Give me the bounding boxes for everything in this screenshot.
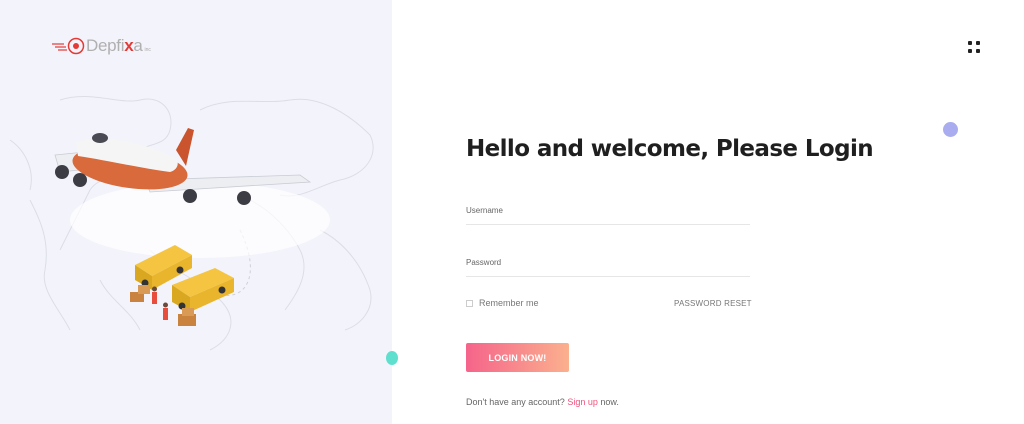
- cargo-illustration: [9, 96, 374, 351]
- grid-menu-icon[interactable]: [968, 41, 980, 53]
- logo-suffix: inc: [144, 47, 151, 53]
- login-button[interactable]: LOGIN NOW!: [466, 343, 569, 372]
- logo-icon: [52, 37, 85, 55]
- signup-suffix: now.: [600, 397, 619, 407]
- illustration-panel: Depfixa inc: [0, 0, 392, 424]
- signup-prefix: Don't have any account?: [466, 397, 565, 407]
- password-input[interactable]: [466, 256, 750, 267]
- username-field-wrapper: [466, 200, 750, 225]
- brand-logo[interactable]: Depfixa inc: [52, 36, 151, 56]
- password-reset-link[interactable]: PASSWORD RESET: [674, 299, 752, 308]
- page-title: Hello and welcome, Please Login: [466, 136, 874, 162]
- remember-checkbox[interactable]: [466, 299, 473, 307]
- signup-prompt: Don't have any account? Sign up now.: [466, 397, 619, 407]
- decorative-dot-purple: [943, 122, 958, 137]
- remember-me[interactable]: Remember me: [466, 298, 539, 308]
- remember-label: Remember me: [479, 298, 539, 308]
- workers: [152, 286, 168, 320]
- decorative-dot-teal: [386, 351, 398, 365]
- logo-wordmark: Depfixa: [86, 36, 143, 55]
- signup-link[interactable]: Sign up: [567, 397, 598, 407]
- password-field-wrapper: [466, 252, 750, 277]
- username-input[interactable]: [466, 204, 750, 215]
